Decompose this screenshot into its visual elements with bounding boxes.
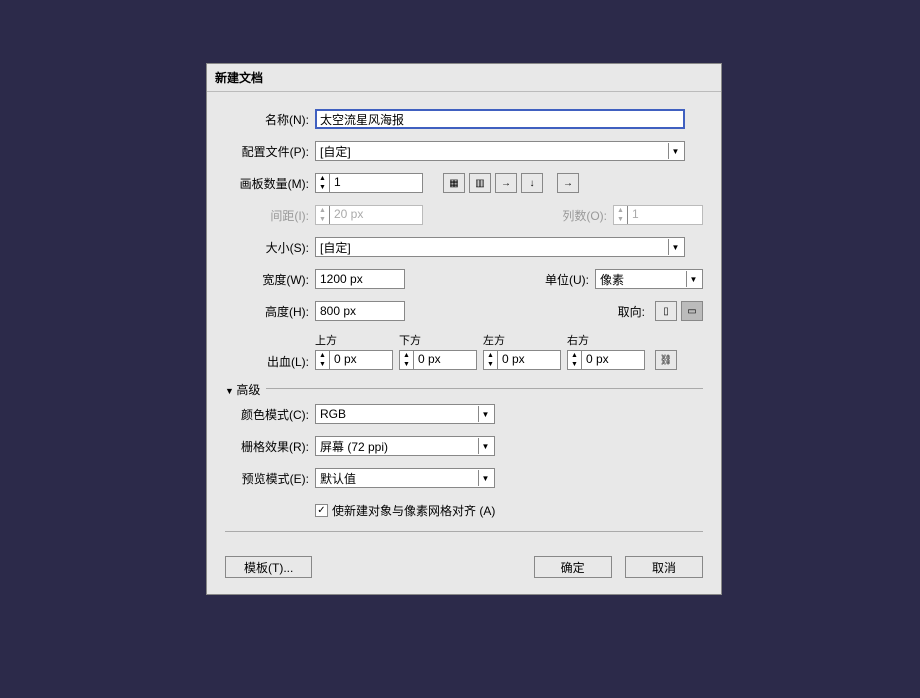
chevron-down-icon: ▼ xyxy=(686,271,700,287)
spacing-label: 间距(I): xyxy=(225,207,315,224)
spacing-stepper: ▲▼ 20 px xyxy=(315,205,423,225)
size-select[interactable]: [自定] ▼ xyxy=(315,237,685,257)
bleed-label: 出血(L): xyxy=(225,353,315,370)
artboards-label: 画板数量(M): xyxy=(225,175,315,192)
units-label: 单位(U): xyxy=(525,271,595,288)
color-mode-label: 颜色模式(C): xyxy=(225,406,315,423)
orientation-label: 取向: xyxy=(618,303,651,320)
columns-stepper: ▲▼ 1 xyxy=(613,205,703,225)
name-label: 名称(N): xyxy=(225,111,315,128)
chevron-down-icon: ▼ xyxy=(668,239,682,255)
template-button[interactable]: 模板(T)... xyxy=(225,556,312,578)
name-input[interactable] xyxy=(315,109,685,129)
size-label: 大小(S): xyxy=(225,239,315,256)
bleed-left-stepper[interactable]: ▲▼0 px xyxy=(483,350,561,370)
chevron-down-icon: ▼ xyxy=(478,470,492,486)
chevron-down-icon: ▼ xyxy=(668,143,682,159)
width-input[interactable] xyxy=(315,269,405,289)
height-label: 高度(H): xyxy=(225,303,315,320)
ok-button[interactable]: 确定 xyxy=(534,556,612,578)
dialog-title: 新建文档 xyxy=(207,64,721,92)
arrange-down-icon[interactable]: ↓ xyxy=(521,173,543,193)
arrange-right-icon[interactable]: → xyxy=(495,173,517,193)
grid-row-icon[interactable]: ▦ xyxy=(443,173,465,193)
bleed-bottom-stepper[interactable]: ▲▼0 px xyxy=(399,350,477,370)
advanced-toggle[interactable]: 高级 xyxy=(225,381,266,398)
raster-select[interactable]: 屏幕 (72 ppi) ▼ xyxy=(315,436,495,456)
landscape-icon[interactable]: ▭ xyxy=(681,301,703,321)
preview-label: 预览模式(E): xyxy=(225,470,315,487)
align-pixel-checkbox[interactable]: ✓ 使新建对象与像素网格对齐 (A) xyxy=(315,502,495,519)
profile-label: 配置文件(P): xyxy=(225,143,315,160)
width-label: 宽度(W): xyxy=(225,271,315,288)
link-icon[interactable]: ⛓ xyxy=(655,350,677,370)
raster-label: 栅格效果(R): xyxy=(225,438,315,455)
artboards-stepper[interactable]: ▲▼ 1 xyxy=(315,173,423,193)
chevron-down-icon: ▼ xyxy=(478,406,492,422)
units-select[interactable]: 像素 ▼ xyxy=(595,269,703,289)
cancel-button[interactable]: 取消 xyxy=(625,556,703,578)
bleed-right-stepper[interactable]: ▲▼0 px xyxy=(567,350,645,370)
color-mode-select[interactable]: RGB ▼ xyxy=(315,404,495,424)
preview-select[interactable]: 默认值 ▼ xyxy=(315,468,495,488)
check-icon: ✓ xyxy=(315,504,328,517)
new-document-dialog: 新建文档 名称(N): 配置文件(P): [自定] ▼ 画板数量(M): ▲▼ … xyxy=(206,63,722,595)
grid-col-icon[interactable]: ▥ xyxy=(469,173,491,193)
portrait-icon[interactable]: ▯ xyxy=(655,301,677,321)
height-input[interactable] xyxy=(315,301,405,321)
columns-label: 列数(O): xyxy=(543,207,613,224)
bleed-top-stepper[interactable]: ▲▼0 px xyxy=(315,350,393,370)
chevron-down-icon: ▼ xyxy=(478,438,492,454)
arrow-icon[interactable]: → xyxy=(557,173,579,193)
profile-select[interactable]: [自定] ▼ xyxy=(315,141,685,161)
